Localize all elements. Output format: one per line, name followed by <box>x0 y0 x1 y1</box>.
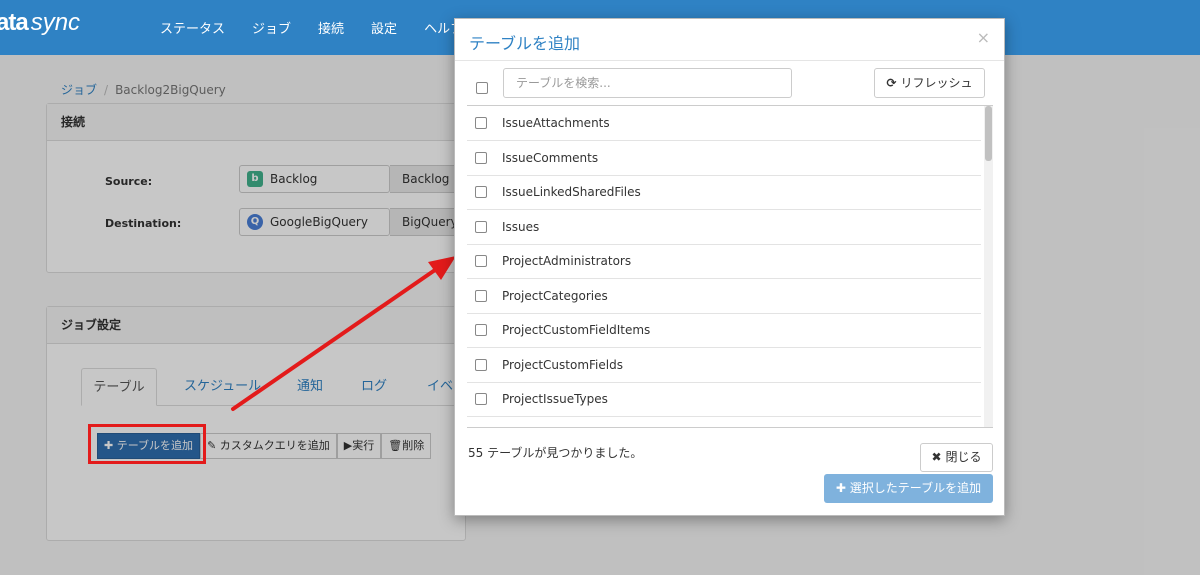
table-row-label: IssueComments <box>502 151 599 165</box>
tables-found-count: 55 テーブルが見つかりました。 <box>468 446 643 460</box>
modal-title: テーブルを追加 <box>469 34 581 53</box>
table-row-label: Pr <box>502 417 514 427</box>
table-row[interactable]: IssueAttachments <box>467 106 981 141</box>
table-row-checkbox[interactable] <box>475 290 487 302</box>
table-row-label: IssueLinkedSharedFiles <box>502 185 641 199</box>
table-list-scrollbar[interactable] <box>984 106 993 427</box>
close-icon[interactable]: × <box>977 28 990 47</box>
table-row-label: Issues <box>502 220 540 234</box>
table-row-checkbox[interactable] <box>475 152 487 164</box>
logo[interactable]: ata sync <box>0 9 80 37</box>
table-row-label: ProjectCustomFields <box>502 358 623 372</box>
table-row-label: IssueAttachments <box>502 116 610 130</box>
table-row-checkbox[interactable] <box>475 359 487 371</box>
add-selected-tables-label: 選択したテーブルを追加 <box>849 481 982 495</box>
table-row-label: ProjectCustomFieldItems <box>502 323 651 337</box>
table-row-label: ProjectAdministrators <box>502 254 632 268</box>
table-row-checkbox[interactable] <box>475 324 487 336</box>
table-row-checkbox[interactable] <box>475 393 487 405</box>
table-row-checkbox[interactable] <box>475 255 487 267</box>
table-row[interactable]: IssueLinkedSharedFiles <box>467 175 981 210</box>
nav-item-connections[interactable]: 接続 <box>318 18 344 37</box>
scrollbar-thumb[interactable] <box>985 106 992 161</box>
logo-text-bold: ata <box>0 9 29 36</box>
plus-icon: ✚ <box>835 481 846 495</box>
table-list: IssueAttachments IssueComments IssueLink… <box>467 105 993 428</box>
nav-item-jobs[interactable]: ジョブ <box>252 18 291 37</box>
add-selected-tables-button[interactable]: ✚ 選択したテーブルを追加 <box>824 474 993 503</box>
refresh-button[interactable]: ⟳ リフレッシュ <box>874 68 985 98</box>
table-search-input[interactable] <box>503 68 792 98</box>
table-row[interactable]: Issues <box>467 210 981 245</box>
table-row-checkbox[interactable] <box>475 186 487 198</box>
table-row-checkbox[interactable] <box>475 221 487 233</box>
close-button[interactable]: ✖ 閉じる <box>920 443 993 472</box>
close-icon: ✖ <box>931 450 942 464</box>
table-row-checkbox[interactable] <box>475 117 487 129</box>
close-button-label: 閉じる <box>945 450 982 464</box>
table-row[interactable]: IssueComments <box>467 141 981 176</box>
logo-text-italic: sync <box>30 9 81 36</box>
table-row[interactable]: ProjectCategories <box>467 279 981 314</box>
table-row-label: ProjectIssueTypes <box>502 392 608 406</box>
table-row[interactable]: Pr <box>467 417 981 427</box>
table-row[interactable]: ProjectIssueTypes <box>467 382 981 417</box>
table-row[interactable]: ProjectCustomFieldItems <box>467 313 981 348</box>
nav-item-settings[interactable]: 設定 <box>371 18 397 37</box>
select-all-checkbox[interactable] <box>476 82 488 94</box>
add-table-modal: テーブルを追加 × ⟳ リフレッシュ IssueAttachments Issu… <box>454 18 1005 516</box>
refresh-icon: ⟳ <box>886 76 897 90</box>
nav-item-status[interactable]: ステータス <box>160 18 225 37</box>
table-row[interactable]: ProjectAdministrators <box>467 244 981 279</box>
refresh-label: リフレッシュ <box>900 76 973 90</box>
table-row-label: ProjectCategories <box>502 289 608 303</box>
table-row[interactable]: ProjectCustomFields <box>467 348 981 383</box>
annotation-highlight-box <box>88 424 206 464</box>
nav-menu: ステータス ジョブ 接続 設定 ヘルプ <box>160 0 490 55</box>
modal-header: テーブルを追加 × <box>455 19 1004 61</box>
